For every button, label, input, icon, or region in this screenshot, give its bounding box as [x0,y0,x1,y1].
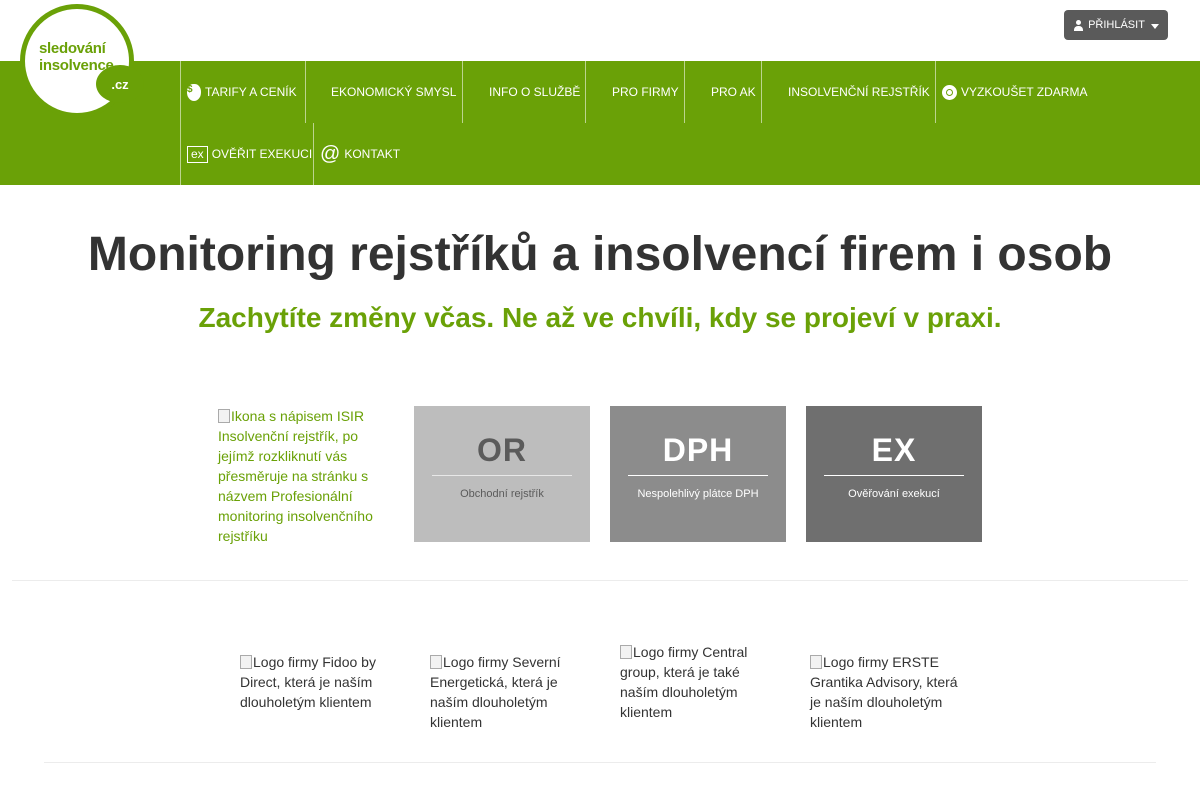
nav-label: INFO O SLUŽBĚ [489,85,581,99]
broken-image-icon [810,655,822,669]
nav-label: VYZKOUŠET ZDARMA [961,85,1088,99]
tile-code: DPH [662,432,734,468]
search-icon [942,84,957,100]
nav-label: OVĚŘIT EXEKUCI [211,147,313,161]
top-bar: PŘIHLÁSIT [0,0,1200,61]
nav-item-info-o-sluzbe[interactable]: INFO O SLUŽBĚ [462,61,585,123]
page-subtitle: Zachytíte změny včas. Ne až ve chvíli, k… [198,302,1002,333]
tile-nespolehlivy-platce-dph[interactable]: DPH Nespolehlivý plátce DPH [610,406,786,542]
at-sign-icon: @ [320,143,341,165]
main-navigation: $ TARIFY A CENÍK EKONOMICKÝ SMYSL INFO O… [0,61,1200,185]
logo-text-line1: sledování [39,40,106,57]
page-title: Monitoring rejstříků a insolvencí firem … [87,228,1113,281]
nav-item-insolvencni-rejstrik[interactable]: INSOLVENČNÍ REJSTŘÍK [761,61,935,123]
nav-label: INSOLVENČNÍ REJSTŘÍK [788,85,930,99]
client-logo-erste-grantika: Logo firmy ERSTE Grantika Advisory, kter… [810,652,960,732]
nav-label: TARIFY A CENÍK [205,85,297,99]
caret-down-icon [1150,23,1159,29]
isir-tile-link[interactable]: Ikona s nápisem ISIR Insolvenční rejstří… [218,406,388,546]
nav-row-1: $ TARIFY A CENÍK EKONOMICKÝ SMYSL INFO O… [180,61,1095,123]
section-divider [12,580,1188,581]
client-logo-severni-energeticka: Logo firmy Severní Energetická, která je… [430,652,580,732]
client-logo-alt: Logo firmy Central group, která je také … [620,644,748,720]
broken-image-icon [620,645,632,659]
nav-label: EKONOMICKÝ SMYSL [331,85,457,99]
tile-label: Ověřování exekucí [848,488,940,500]
tile-label: Obchodní rejstřík [460,488,544,500]
nav-item-pro-ak[interactable]: PRO AK [684,61,761,123]
ex-icon: ex [187,145,208,163]
client-logo-alt: Logo firmy ERSTE Grantika Advisory, kter… [810,654,958,730]
logo-badge: .cz [96,65,144,103]
tile-divider [432,475,572,476]
broken-image-icon [240,655,252,669]
tile-label: Nespolehlivý plátce DPH [637,488,759,500]
site-logo[interactable]: sledování insolvence .cz [18,2,146,120]
isir-tile-alt: Ikona s nápisem ISIR Insolvenční rejstří… [218,408,373,544]
nav-label: PRO AK [711,85,756,99]
nav-row-2: ex OVĚŘIT EXEKUCI @ KONTAKT [180,123,413,185]
login-label: PŘIHLÁSIT [1088,19,1145,31]
client-logo-central-group: Logo firmy Central group, která je také … [620,642,770,722]
nav-label: KONTAKT [344,147,401,161]
nav-item-ekonomicky-smysl[interactable]: EKONOMICKÝ SMYSL [305,61,462,123]
client-logo-alt: Logo firmy Severní Energetická, která je… [430,654,561,730]
client-logo-fidoo: Logo firmy Fidoo by Direct, která je naš… [240,652,390,712]
nav-item-overit-exekuci[interactable]: ex OVĚŘIT EXEKUCI [180,123,313,185]
tile-divider [824,475,964,476]
user-icon [1073,19,1084,31]
money-bag-icon: $ [187,83,201,101]
nav-item-tarify[interactable]: $ TARIFY A CENÍK [180,61,305,123]
broken-image-icon [430,655,442,669]
tile-overovani-exekuci[interactable]: EX Ověřování exekucí [806,406,982,542]
nav-item-pro-firmy[interactable]: PRO FIRMY [585,61,684,123]
login-button[interactable]: PŘIHLÁSIT [1064,10,1168,40]
section-divider [44,762,1156,763]
tile-code: OR [477,432,527,468]
nav-item-vyzkouset-zdarma[interactable]: VYZKOUŠET ZDARMA [935,61,1095,123]
tile-divider [628,475,768,476]
nav-label: PRO FIRMY [612,85,679,99]
broken-image-icon [218,409,230,423]
tile-obchodni-rejstrik[interactable]: OR Obchodní rejstřík [414,406,590,542]
nav-item-kontakt[interactable]: @ KONTAKT [313,123,413,185]
client-logo-alt: Logo firmy Fidoo by Direct, která je naš… [240,654,376,710]
tile-code: EX [871,432,917,468]
